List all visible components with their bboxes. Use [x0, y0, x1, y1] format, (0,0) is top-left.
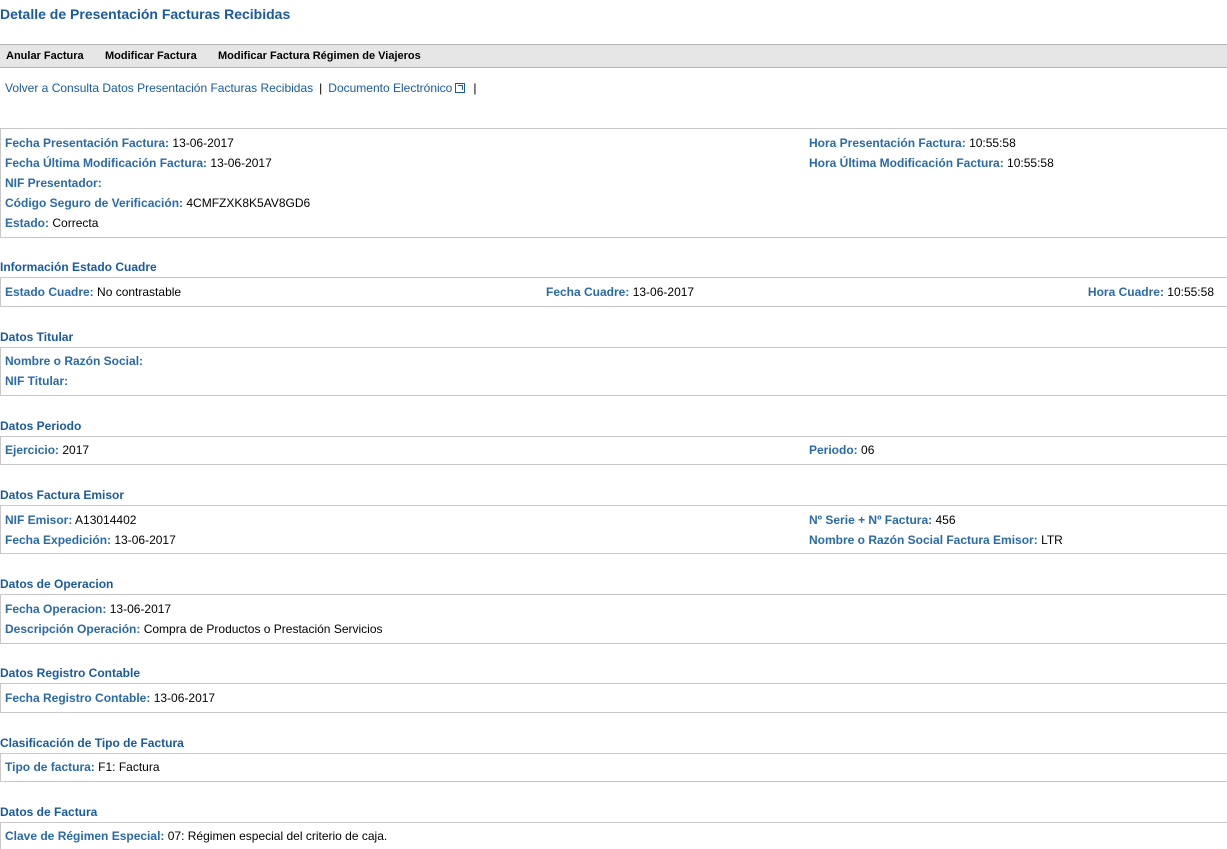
field-value: 13-06-2017 — [153, 691, 216, 705]
field-label: Nº Serie + Nº Factura: — [809, 513, 933, 527]
field-label: Hora Cuadre: — [1087, 285, 1164, 299]
link-separator-end: | — [473, 81, 477, 95]
documento-electronico-label: Documento Electrónico — [328, 81, 453, 95]
volver-consulta-link[interactable]: Volver a Consulta Datos Presentación Fac… — [5, 81, 313, 95]
external-link-icon — [455, 82, 466, 93]
section-title-operacion: Datos de Operacion — [0, 577, 114, 591]
field-value: No contrastable — [97, 285, 182, 299]
modificar-factura-viajeros-button[interactable]: Modificar Factura Régimen de Viajeros — [218, 50, 421, 62]
fecha-expedicion-field: Fecha Expedición: 13-06-2017 — [5, 533, 176, 547]
field-label: NIF Titular: — [5, 374, 69, 388]
field-label: Hora Última Modificación Factura: — [809, 156, 1004, 170]
field-value: 2017 — [62, 443, 90, 457]
field-value: 13-06-2017 — [114, 533, 176, 547]
section-title-clasificacion: Clasificación de Tipo de Factura — [0, 736, 184, 750]
fecha-registro-field: Fecha Registro Contable: 13-06-2017 — [5, 691, 215, 705]
csv-field: Código Seguro de Verificación: 4CMFZXK8K… — [5, 196, 310, 210]
nombre-emisor-field: Nombre o Razón Social Factura Emisor: LT… — [809, 533, 1063, 547]
nif-titular-field: NIF Titular: — [5, 374, 68, 388]
operacion-box: Fecha Operacion: 13-06-2017 Descripción … — [0, 594, 1227, 644]
hora-modificacion-field: Hora Última Modificación Factura: 10:55:… — [809, 156, 1054, 170]
clave-regimen-field: Clave de Régimen Especial: 07: Régimen e… — [5, 829, 387, 843]
field-value: 13-06-2017 — [210, 156, 272, 170]
field-value: 10:55:58 — [1007, 156, 1054, 170]
field-value: Compra de Productos o Prestación Servici… — [143, 622, 383, 636]
field-label: Estado Cuadre: — [5, 285, 94, 299]
navigation-links: Volver a Consulta Datos Presentación Fac… — [5, 81, 482, 95]
fecha-presentacion-field: Fecha Presentación Factura: 13-06-2017 — [5, 136, 234, 150]
field-value: F1: Factura — [98, 760, 160, 774]
nif-presentador-field: NIF Presentador: — [5, 176, 102, 190]
descripcion-operacion-field: Descripción Operación: Compra de Product… — [5, 622, 383, 636]
tipo-factura-field: Tipo de factura: F1: Factura — [5, 760, 160, 774]
periodo-box: Ejercicio: 2017 Periodo: 06 — [0, 436, 1227, 465]
field-label: Fecha Expedición: — [5, 533, 112, 547]
field-label: Fecha Presentación Factura: — [5, 136, 170, 150]
section-title-periodo: Datos Periodo — [0, 419, 82, 433]
field-label: Fecha Última Modificación Factura: — [5, 156, 208, 170]
modificar-factura-button[interactable]: Modificar Factura — [105, 50, 197, 62]
registro-box: Fecha Registro Contable: 13-06-2017 — [0, 683, 1227, 713]
section-title-emisor: Datos Factura Emisor — [0, 488, 125, 502]
field-label: Hora Presentación Factura: — [809, 136, 966, 150]
field-value: 456 — [935, 513, 956, 527]
field-label: Código Seguro de Verificación: — [5, 196, 184, 210]
serie-factura-field: Nº Serie + Nº Factura: 456 — [809, 513, 956, 527]
periodo-field: Periodo: 06 — [809, 443, 874, 457]
field-label: NIF Emisor: — [5, 513, 73, 527]
field-value: 06 — [861, 443, 875, 457]
field-value: 4CMFZXK8K5AV8GD6 — [186, 196, 311, 210]
field-label: Nombre o Razón Social: — [5, 354, 144, 368]
estado-field: Estado: Correcta — [5, 216, 98, 230]
field-label: Fecha Registro Contable: — [5, 691, 151, 705]
nif-emisor-field: NIF Emisor: A13014402 — [5, 513, 136, 527]
titular-box: Nombre o Razón Social: NIF Titular: — [0, 347, 1227, 396]
field-value: 10:55:58 — [1167, 285, 1214, 299]
link-separator: | — [319, 81, 323, 95]
field-label: Estado: — [5, 216, 50, 230]
presentacion-box: Fecha Presentación Factura: 13-06-2017 H… — [0, 128, 1227, 238]
section-title-titular: Datos Titular — [0, 330, 74, 344]
field-label: Periodo: — [809, 443, 858, 457]
fecha-operacion-field: Fecha Operacion: 13-06-2017 — [5, 602, 171, 616]
fecha-modificacion-field: Fecha Última Modificación Factura: 13-06… — [5, 156, 272, 170]
section-title-factura: Datos de Factura — [0, 805, 98, 819]
emisor-box: NIF Emisor: A13014402 Nº Serie + Nº Fact… — [0, 505, 1227, 554]
field-label: NIF Presentador: — [5, 176, 102, 190]
field-value: A13014402 — [75, 513, 137, 527]
factura-box: Clave de Régimen Especial: 07: Régimen e… — [0, 822, 1227, 849]
field-value: 07: Régimen especial del criterio de caj… — [167, 829, 388, 843]
field-value: 13-06-2017 — [109, 602, 172, 616]
nombre-titular-field: Nombre o Razón Social: — [5, 354, 143, 368]
field-label: Fecha Cuadre: — [546, 285, 630, 299]
field-value: 10:55:58 — [969, 136, 1016, 150]
field-label: Tipo de factura: — [5, 760, 95, 774]
field-label: Nombre o Razón Social Factura Emisor: — [809, 533, 1038, 547]
field-value: LTR — [1041, 533, 1063, 547]
fecha-cuadre-field: Fecha Cuadre: 13-06-2017 — [546, 285, 694, 299]
hora-presentacion-field: Hora Presentación Factura: 10:55:58 — [809, 136, 1016, 150]
field-label: Fecha Operacion: — [5, 602, 107, 616]
field-value: 13-06-2017 — [172, 136, 234, 150]
cuadre-box: Estado Cuadre: No contrastable Fecha Cua… — [0, 277, 1227, 307]
hora-cuadre-field: Hora Cuadre: 10:55:58 — [1088, 285, 1214, 299]
estado-cuadre-field: Estado Cuadre: No contrastable — [5, 285, 181, 299]
page-title: Detalle de Presentación Facturas Recibid… — [0, 6, 291, 22]
field-value: 13-06-2017 — [632, 285, 695, 299]
anular-factura-button[interactable]: Anular Factura — [6, 50, 84, 62]
ejercicio-field: Ejercicio: 2017 — [5, 443, 89, 457]
section-title-cuadre: Información Estado Cuadre — [0, 260, 157, 274]
documento-electronico-link[interactable]: Documento Electrónico — [328, 81, 466, 95]
section-title-registro: Datos Registro Contable — [0, 666, 141, 680]
field-label: Descripción Operación: — [5, 622, 141, 636]
field-label: Clave de Régimen Especial: — [5, 829, 165, 843]
field-value: Correcta — [52, 216, 99, 230]
clasificacion-box: Tipo de factura: F1: Factura — [0, 753, 1227, 782]
field-label: Ejercicio: — [5, 443, 60, 457]
action-toolbar: Anular Factura Modificar Factura Modific… — [0, 44, 1227, 68]
